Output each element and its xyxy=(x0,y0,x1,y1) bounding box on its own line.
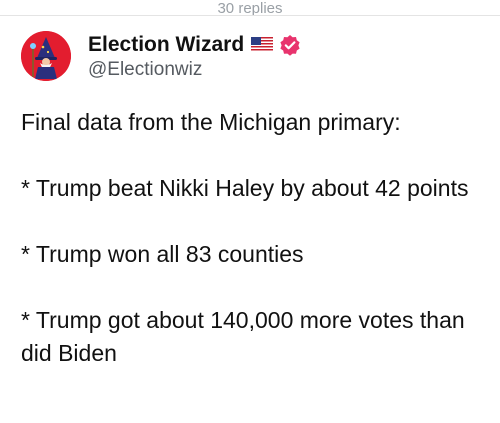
divider xyxy=(0,15,500,16)
author-handle[interactable]: @Electionwiz xyxy=(88,59,301,81)
post-header: Election Wizard @Electionwiz xyxy=(21,31,301,81)
wizard-avatar-icon xyxy=(21,31,71,81)
replies-count[interactable]: 30 replies xyxy=(0,0,500,16)
post-body: Final data from the Michigan primary: * … xyxy=(21,106,491,370)
post-line: * Trump got about 140,000 more votes tha… xyxy=(21,307,465,366)
post-line: Final data from the Michigan primary: xyxy=(21,109,401,135)
display-name[interactable]: Election Wizard xyxy=(88,33,244,57)
author-names: Election Wizard @Electionwiz xyxy=(88,32,301,81)
post-line: * Trump won all 83 counties xyxy=(21,241,304,267)
verified-badge-icon xyxy=(279,34,301,56)
name-row: Election Wizard xyxy=(88,32,301,58)
post-line: * Trump beat Nikki Haley by about 42 poi… xyxy=(21,175,469,201)
replies-label: 30 replies xyxy=(217,0,283,17)
avatar[interactable] xyxy=(21,31,71,81)
us-flag-icon xyxy=(251,37,274,52)
